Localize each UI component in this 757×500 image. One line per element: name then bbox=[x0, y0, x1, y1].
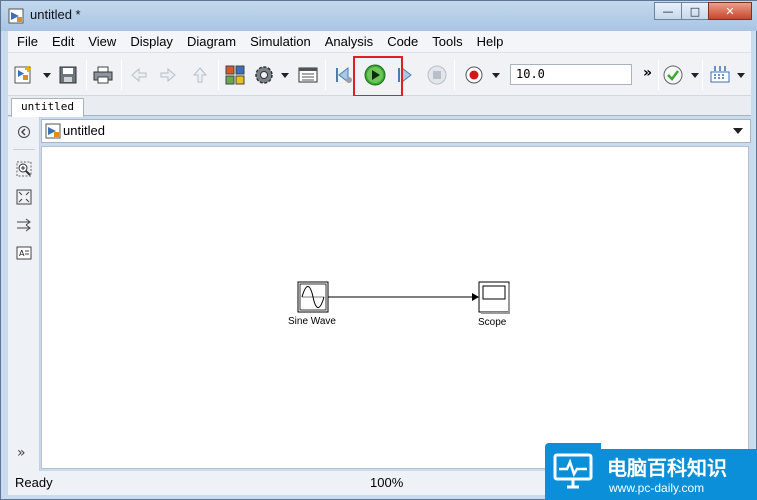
status-text: Ready bbox=[15, 475, 53, 490]
watermark-logo bbox=[545, 443, 601, 500]
tab-strip: untitled bbox=[8, 96, 751, 117]
toolbar-more-button[interactable]: » bbox=[643, 65, 652, 81]
address-bar[interactable]: untitled bbox=[41, 119, 751, 143]
build-icon[interactable] bbox=[708, 63, 732, 87]
build-dropdown-arrow[interactable] bbox=[737, 73, 745, 78]
diagram-svg bbox=[297, 281, 510, 314]
simulink-model-icon bbox=[8, 8, 24, 24]
watermark-band: 电脑百科知识 www.pc-daily.com bbox=[601, 449, 757, 500]
annotation-icon[interactable]: A bbox=[15, 244, 33, 262]
menu-analysis[interactable]: Analysis bbox=[318, 34, 380, 49]
chevron-down-icon[interactable] bbox=[733, 128, 743, 134]
model-explorer-icon[interactable] bbox=[296, 63, 320, 87]
window-controls: — □ ✕ bbox=[654, 2, 752, 20]
stop-icon[interactable] bbox=[425, 63, 449, 87]
menu-view[interactable]: View bbox=[81, 34, 123, 49]
toolbar-separator bbox=[454, 60, 455, 90]
menu-simulation[interactable]: Simulation bbox=[243, 34, 318, 49]
record-dropdown-arrow[interactable] bbox=[492, 73, 500, 78]
tab-untitled[interactable]: untitled bbox=[11, 98, 84, 117]
sine-wave-block[interactable] bbox=[297, 281, 329, 313]
menu-bar: File Edit View Display Diagram Simulatio… bbox=[8, 31, 751, 52]
palette-more-button[interactable]: » bbox=[17, 445, 26, 461]
menu-tools[interactable]: Tools bbox=[425, 34, 469, 49]
left-palette: A » bbox=[8, 117, 40, 471]
palette-separator bbox=[13, 149, 35, 150]
print-icon[interactable] bbox=[91, 63, 115, 87]
close-button[interactable]: ✕ bbox=[708, 2, 752, 20]
signal-arrows-icon[interactable] bbox=[15, 216, 33, 234]
svg-text:A: A bbox=[19, 249, 25, 258]
model-canvas[interactable]: Sine Wave Scope bbox=[41, 146, 749, 469]
hide-browser-icon[interactable] bbox=[15, 123, 33, 141]
settings-dropdown-arrow[interactable] bbox=[281, 73, 289, 78]
menu-edit[interactable]: Edit bbox=[45, 34, 81, 49]
menu-help[interactable]: Help bbox=[470, 34, 511, 49]
sine-wave-label: Sine Wave bbox=[288, 316, 336, 327]
menu-display[interactable]: Display bbox=[123, 34, 180, 49]
watermark-url: www.pc-daily.com bbox=[609, 481, 705, 495]
model-settings-icon[interactable] bbox=[252, 63, 276, 87]
forward-icon[interactable] bbox=[156, 63, 180, 87]
toolbar-separator bbox=[121, 60, 122, 90]
zoom-level: 100% bbox=[370, 475, 404, 490]
minimize-button[interactable]: — bbox=[654, 2, 682, 20]
scope-block[interactable] bbox=[478, 281, 510, 314]
menu-diagram[interactable]: Diagram bbox=[180, 34, 243, 49]
run-button-highlight bbox=[353, 56, 403, 97]
toolbar-separator bbox=[218, 60, 219, 90]
toolbar-separator bbox=[658, 60, 659, 90]
zoom-in-icon[interactable] bbox=[15, 160, 33, 178]
model-icon bbox=[45, 123, 61, 139]
check-model-icon[interactable] bbox=[661, 63, 685, 87]
stop-time-input[interactable]: 10.0 bbox=[510, 64, 632, 85]
toolbar-separator bbox=[325, 60, 326, 90]
library-browser-icon[interactable] bbox=[223, 63, 247, 87]
watermark-brand: 电脑百科知识 bbox=[607, 456, 727, 480]
window-title: untitled * bbox=[30, 7, 81, 22]
signal-line[interactable] bbox=[328, 293, 479, 301]
simulink-window: untitled * — □ ✕ File Edit View Display … bbox=[0, 0, 757, 500]
check-dropdown-arrow[interactable] bbox=[691, 73, 699, 78]
maximize-button[interactable]: □ bbox=[681, 2, 709, 20]
fit-to-view-icon[interactable] bbox=[15, 188, 33, 206]
save-icon[interactable] bbox=[56, 63, 80, 87]
up-icon[interactable] bbox=[188, 63, 212, 87]
menu-file[interactable]: File bbox=[10, 34, 45, 49]
title-bar: untitled * — □ ✕ bbox=[1, 1, 757, 31]
toolbar-separator bbox=[702, 60, 703, 90]
new-model-icon[interactable] bbox=[12, 63, 36, 87]
record-icon[interactable] bbox=[462, 63, 486, 87]
back-icon[interactable] bbox=[127, 63, 151, 87]
toolbar: 10.0 » bbox=[8, 52, 751, 97]
new-dropdown-arrow[interactable] bbox=[43, 73, 51, 78]
scope-label: Scope bbox=[478, 317, 507, 328]
watermark: 电脑百科知识 www.pc-daily.com bbox=[545, 443, 757, 500]
toolbar-separator bbox=[86, 60, 87, 90]
menu-code[interactable]: Code bbox=[380, 34, 425, 49]
address-path: untitled bbox=[63, 123, 105, 138]
